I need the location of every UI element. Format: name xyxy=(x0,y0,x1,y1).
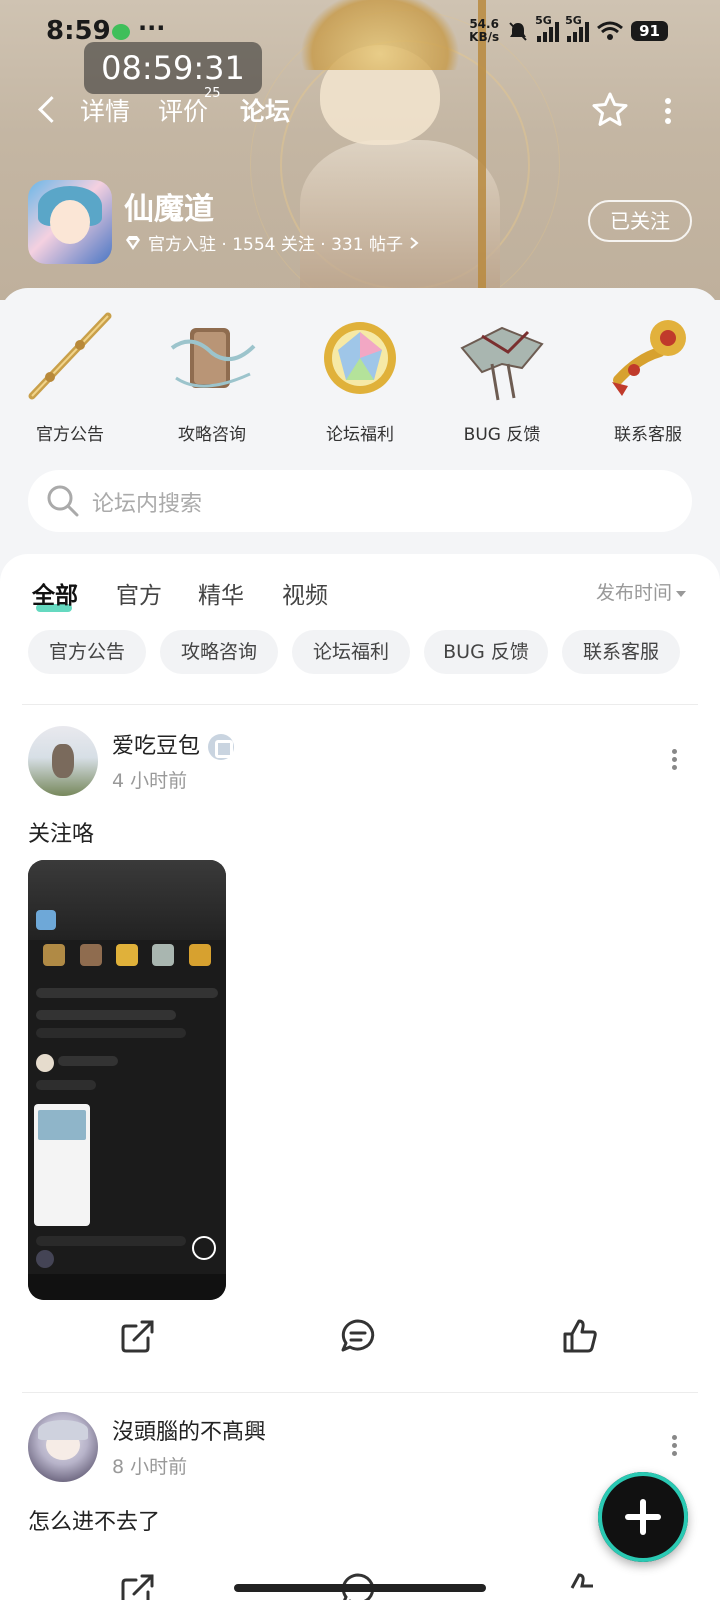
filter-chip[interactable]: 攻略咨询 xyxy=(160,630,278,674)
winged-artifact-icon xyxy=(460,326,544,401)
diamond-icon xyxy=(126,235,140,250)
category-forum-benefits[interactable]: 论坛福利 xyxy=(290,308,430,445)
comment-icon[interactable] xyxy=(338,1316,378,1356)
filter-chip[interactable]: 联系客服 xyxy=(562,630,680,674)
user-badge-icon xyxy=(208,734,235,760)
like-icon[interactable] xyxy=(560,1570,600,1600)
tab-reviews[interactable]: 评价 xyxy=(158,92,208,128)
category-label: 联系客服 xyxy=(614,425,682,445)
wifi-icon xyxy=(597,21,624,40)
category-bug-report[interactable]: BUG 反馈 xyxy=(432,308,572,445)
filter-chip[interactable]: 论坛福利 xyxy=(292,630,410,674)
post-text: 怎么进不去了 xyxy=(28,1510,161,1535)
divider xyxy=(22,704,698,705)
tab-details[interactable]: 详情 xyxy=(80,92,130,128)
avatar[interactable] xyxy=(28,1412,98,1482)
category-label: 官方公告 xyxy=(36,425,104,445)
post-feed: 全部 官方 精华 视频 发布时间 官方公告 攻略咨询 论坛福利 BUG 反馈 联… xyxy=(0,554,720,1600)
app-info-row: 仙魔道 官方入驻 · 1554 关注 · 331 帖子 已关注 xyxy=(28,180,692,266)
back-button[interactable] xyxy=(30,92,66,128)
category-label: 论坛福利 xyxy=(326,425,394,445)
search-icon xyxy=(47,485,79,517)
mute-icon xyxy=(509,22,527,41)
more-options-button[interactable] xyxy=(656,94,680,126)
reviews-count-badge: 25 xyxy=(204,86,221,101)
author-name[interactable]: 爱吃豆包 xyxy=(112,728,235,760)
follow-button[interactable]: 已关注 xyxy=(588,200,692,242)
post-image[interactable] xyxy=(28,860,226,1300)
share-icon[interactable] xyxy=(118,1316,158,1356)
app-stats-link[interactable]: 官方入驻 · 1554 关注 · 331 帖子 xyxy=(124,230,419,255)
dropdown-arrow-icon xyxy=(676,590,687,597)
category-shortcuts: 官方公告 攻略咨询 论坛福利 BUG 反馈 联系客服 xyxy=(0,308,720,448)
rainbow-gem-icon xyxy=(324,322,396,394)
category-label: 攻略咨询 xyxy=(178,425,246,445)
home-indicator[interactable] xyxy=(234,1584,486,1592)
more-notifications-icon: ··· xyxy=(138,14,166,42)
filter-chip[interactable]: 官方公告 xyxy=(28,630,146,674)
battery-indicator: 91 xyxy=(631,21,668,41)
search-input[interactable]: 论坛内搜索 xyxy=(92,486,202,518)
category-label: BUG 反馈 xyxy=(463,425,541,445)
feed-tab-videos[interactable]: 视频 xyxy=(282,576,328,610)
author-name[interactable]: 沒頭腦的不髙興 xyxy=(112,1414,266,1446)
golden-staff-icon xyxy=(28,312,112,400)
post-time: 4 小时前 xyxy=(112,770,188,792)
top-navigation: 详情 评价 25 论坛 xyxy=(0,80,720,140)
post-card[interactable]: 爱吃豆包 4 小时前 关注咯 xyxy=(0,726,720,1366)
post-actions xyxy=(0,1316,720,1366)
category-official-announcements[interactable]: 官方公告 xyxy=(0,308,140,445)
app-name: 仙魔道 xyxy=(124,192,214,227)
scroll-drum-icon xyxy=(170,328,256,388)
like-icon[interactable] xyxy=(560,1316,600,1356)
divider xyxy=(22,1392,698,1393)
post-text: 关注咯 xyxy=(28,822,95,847)
create-post-button[interactable] xyxy=(598,1472,688,1562)
signal-sim2-icon: 5G xyxy=(565,14,590,42)
wechat-notification-icon xyxy=(112,24,130,40)
ruyi-scepter-icon xyxy=(612,320,686,396)
favorite-star-icon[interactable] xyxy=(590,90,630,130)
share-icon[interactable] xyxy=(118,1570,158,1600)
feed-tab-official[interactable]: 官方 xyxy=(116,576,162,610)
avatar[interactable] xyxy=(28,726,98,796)
forum-search-bar[interactable]: 论坛内搜索 xyxy=(28,470,692,532)
post-time: 8 小时前 xyxy=(112,1456,188,1478)
post-more-button[interactable] xyxy=(668,746,680,776)
chevron-right-icon xyxy=(410,236,419,249)
app-icon[interactable] xyxy=(28,180,112,264)
filter-chip[interactable]: BUG 反馈 xyxy=(424,630,548,674)
feed-tab-featured[interactable]: 精华 xyxy=(198,576,244,610)
tab-forum[interactable]: 论坛 xyxy=(238,92,298,132)
sort-dropdown[interactable]: 发布时间 xyxy=(596,578,687,605)
signal-sim1-icon: 5G xyxy=(535,14,560,42)
category-strategy-consult[interactable]: 攻略咨询 xyxy=(142,308,282,445)
network-speed: 54.6 KB/s xyxy=(469,17,500,44)
feed-tab-all[interactable]: 全部 xyxy=(32,576,78,612)
forum-content: 官方公告 攻略咨询 论坛福利 BUG 反馈 联系客服 论坛内搜索 全部 官方 精… xyxy=(0,288,720,1600)
category-contact-support[interactable]: 联系客服 xyxy=(578,308,718,445)
post-more-button[interactable] xyxy=(668,1432,680,1462)
